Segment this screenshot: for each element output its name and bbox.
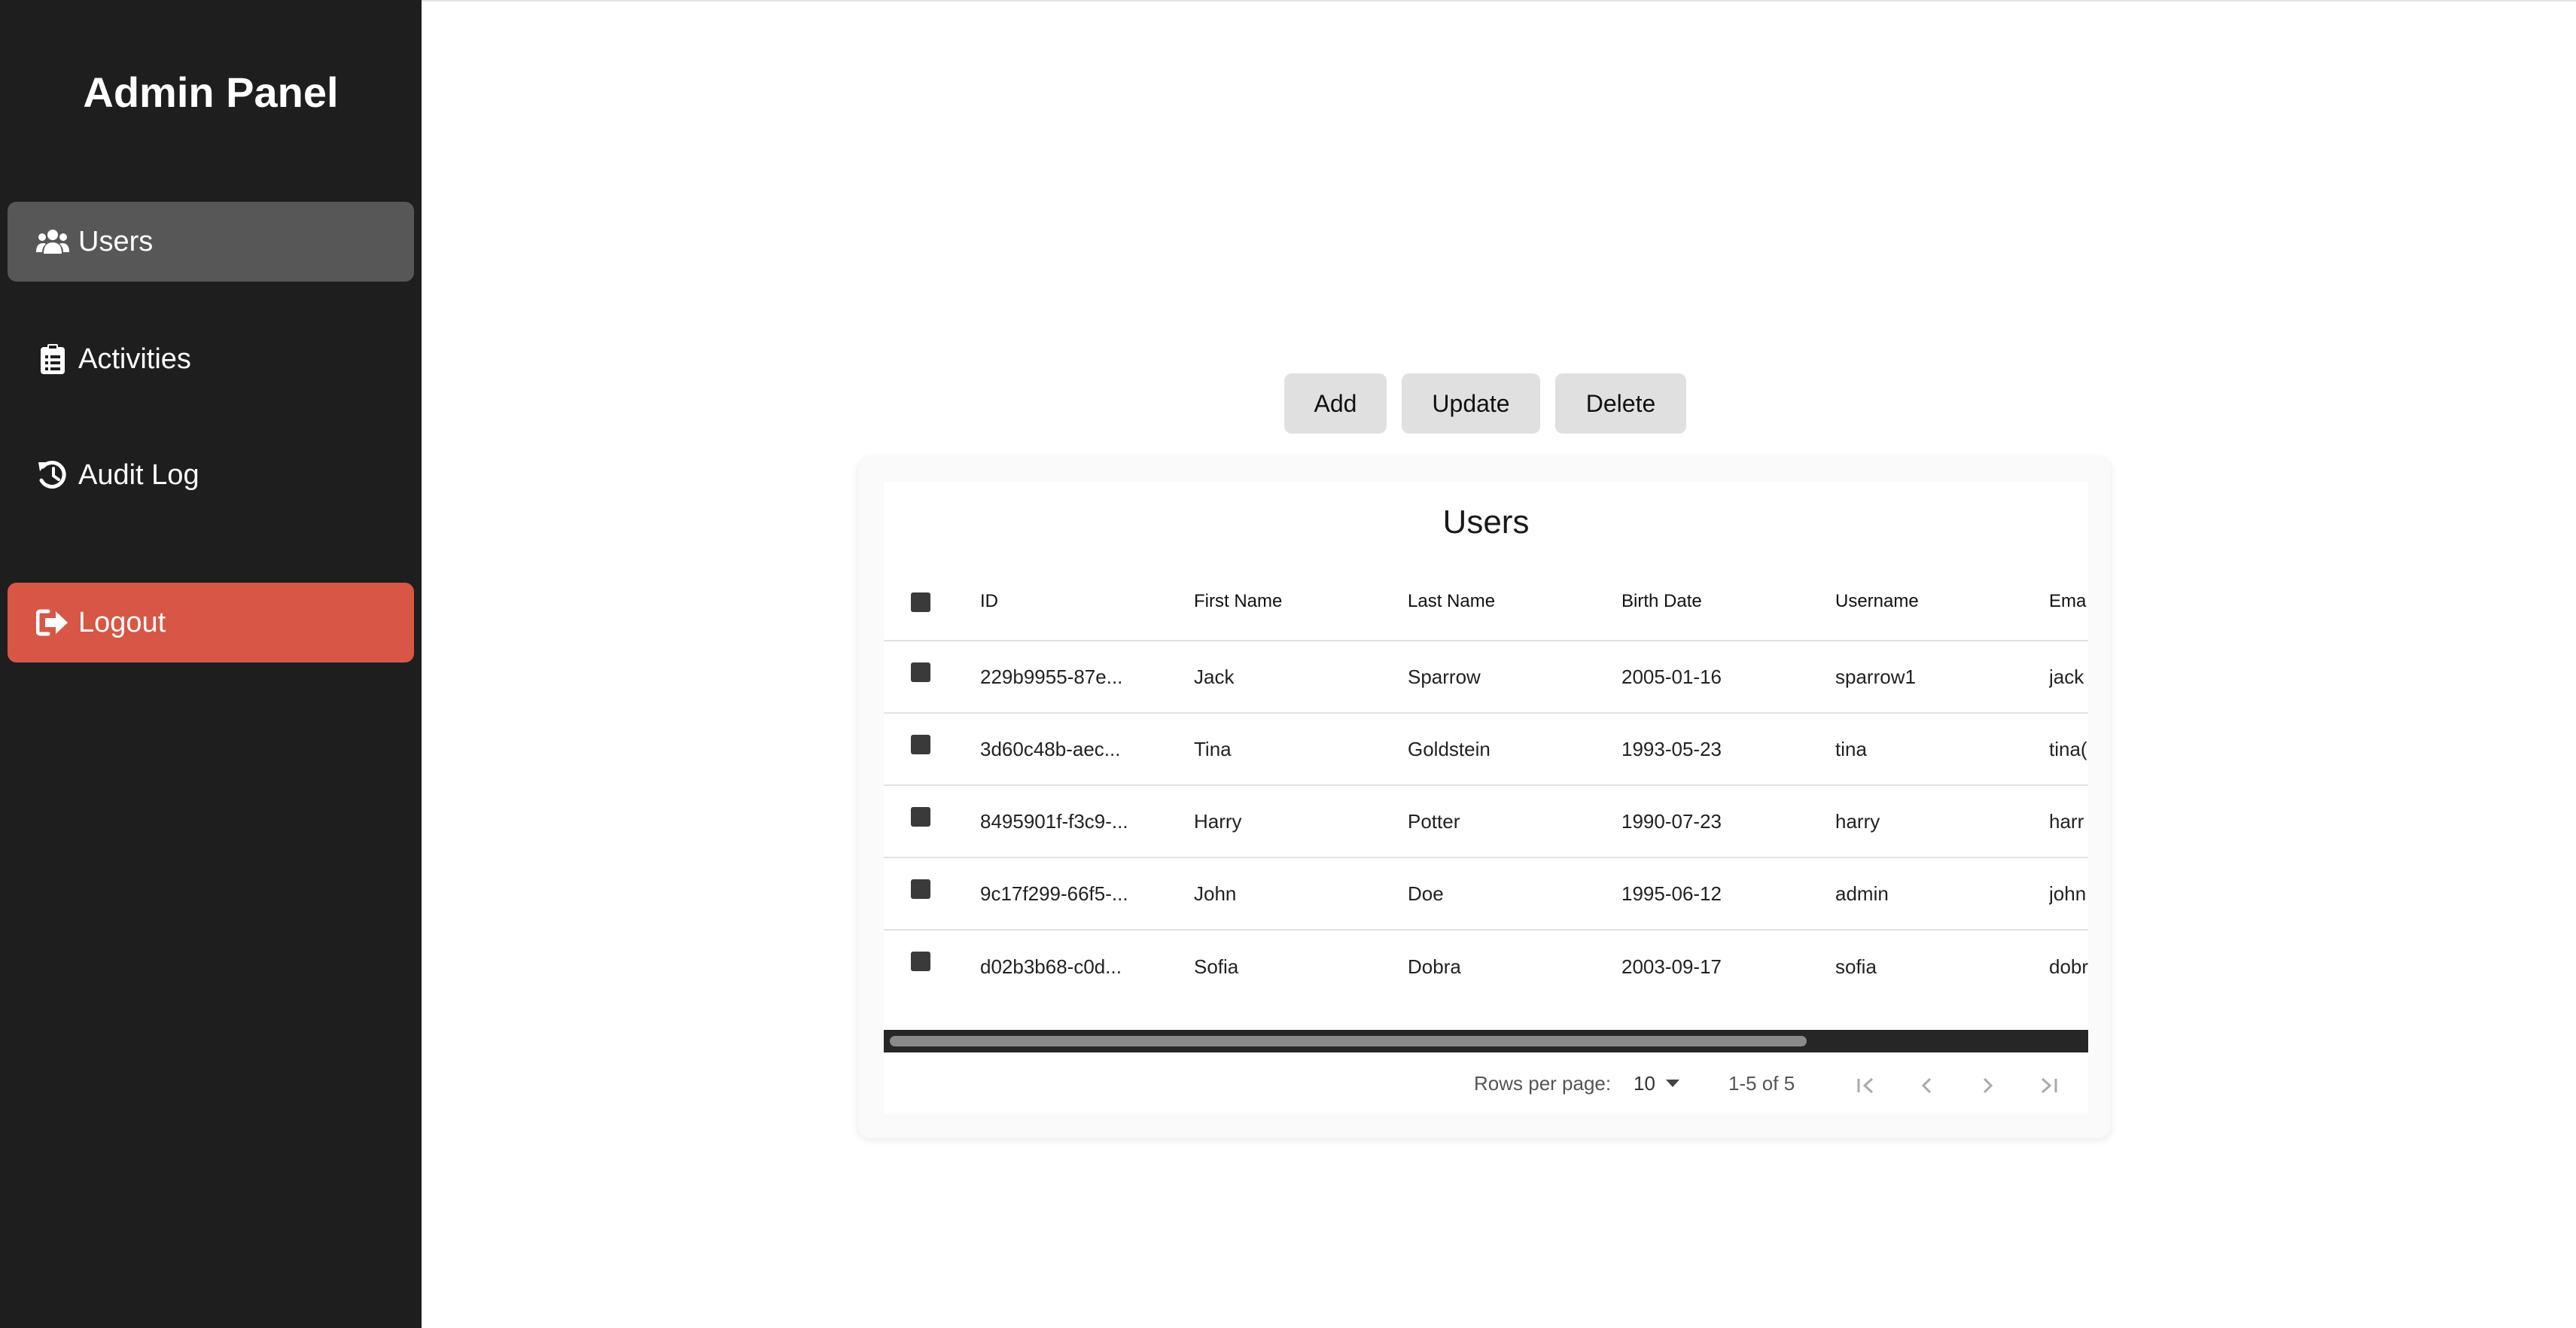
cell-username: sofia bbox=[1835, 955, 1877, 978]
pagination-range: 1-5 of 5 bbox=[1728, 1071, 1795, 1095]
clipboard-icon bbox=[35, 341, 71, 377]
users-table: Users ID First Name Last Name Birth Date… bbox=[884, 482, 2088, 1114]
cell-email: harr bbox=[2049, 809, 2084, 833]
chevron-down-icon bbox=[1665, 1080, 1679, 1087]
row-checkbox[interactable] bbox=[911, 879, 930, 899]
cell-first-name: Tina bbox=[1194, 737, 1232, 760]
cell-birth-date: 1995-06-12 bbox=[1621, 882, 1722, 905]
first-page-icon[interactable] bbox=[1849, 1068, 1885, 1104]
cell-last-name: Sparrow bbox=[1408, 665, 1481, 688]
cell-id: 8495901f-f3c9-... bbox=[980, 809, 1128, 833]
app-title: Admin Panel bbox=[83, 69, 339, 116]
top-border bbox=[422, 0, 2576, 2]
table-row[interactable]: 229b9955-87e... Jack Sparrow 2005-01-16 … bbox=[884, 641, 2088, 714]
next-page-icon[interactable] bbox=[1969, 1068, 2005, 1104]
users-table-card: Users ID First Name Last Name Birth Date… bbox=[858, 458, 2111, 1138]
cell-birth-date: 1990-07-23 bbox=[1621, 809, 1722, 833]
horizontal-scrollbar[interactable] bbox=[884, 1030, 2088, 1052]
row-checkbox[interactable] bbox=[911, 662, 930, 682]
row-checkbox[interactable] bbox=[911, 952, 930, 971]
select-all-checkbox[interactable] bbox=[911, 592, 930, 612]
cell-email: jack bbox=[2049, 665, 2084, 688]
table-header-row: ID First Name Last Name Birth Date Usern… bbox=[884, 563, 2088, 641]
sidebar-item-label: Audit Log bbox=[78, 458, 199, 491]
logout-icon bbox=[35, 605, 71, 641]
scrollbar-thumb[interactable] bbox=[890, 1036, 1807, 1046]
column-header-birth-date[interactable]: Birth Date bbox=[1621, 563, 1825, 640]
cell-username: harry bbox=[1835, 809, 1880, 833]
rows-per-page-select[interactable]: 10 bbox=[1634, 1052, 1679, 1114]
cell-id: 3d60c48b-aec... bbox=[980, 737, 1121, 760]
sidebar-item-users[interactable]: Users bbox=[8, 202, 414, 282]
cell-birth-date: 2003-09-17 bbox=[1621, 955, 1722, 978]
row-checkbox[interactable] bbox=[911, 735, 930, 754]
table-row[interactable]: d02b3b68-c0d... Sofia Dobra 2003-09-17 s… bbox=[884, 931, 2088, 1030]
logout-label: Logout bbox=[78, 606, 166, 638]
column-header-first-name[interactable]: First Name bbox=[1194, 563, 1397, 640]
cell-id: d02b3b68-c0d... bbox=[980, 955, 1122, 978]
cell-username: admin bbox=[1835, 882, 1889, 905]
cell-first-name: John bbox=[1194, 882, 1237, 905]
cell-birth-date: 1993-05-23 bbox=[1621, 737, 1722, 760]
cell-id: 229b9955-87e... bbox=[980, 665, 1123, 688]
cell-last-name: Doe bbox=[1408, 882, 1444, 905]
cell-username: tina bbox=[1835, 737, 1867, 760]
column-header-email[interactable]: Ema bbox=[2049, 563, 2088, 640]
row-checkbox[interactable] bbox=[911, 807, 930, 827]
cell-first-name: Sofia bbox=[1194, 955, 1239, 978]
cell-first-name: Harry bbox=[1194, 809, 1242, 833]
previous-page-icon[interactable] bbox=[1909, 1068, 1945, 1104]
table-title: Users bbox=[1442, 504, 1530, 541]
cell-username: sparrow1 bbox=[1835, 665, 1916, 688]
cell-last-name: Goldstein bbox=[1408, 737, 1490, 760]
sidebar-item-label: Users bbox=[78, 225, 154, 257]
cell-id: 9c17f299-66f5-... bbox=[980, 882, 1128, 905]
history-icon bbox=[35, 457, 71, 493]
sidebar-item-audit-log[interactable]: Audit Log bbox=[8, 435, 414, 515]
cell-email: dobr bbox=[2049, 955, 2088, 978]
rows-per-page-label: Rows per page: bbox=[1474, 1071, 1612, 1095]
logout-button[interactable]: Logout bbox=[8, 583, 414, 662]
sidebar: Admin Panel Users Activities Audit Log L… bbox=[0, 0, 422, 1328]
column-header-id[interactable]: ID bbox=[980, 563, 1183, 640]
column-header-last-name[interactable]: Last Name bbox=[1408, 563, 1611, 640]
cell-email: tina( bbox=[2049, 737, 2087, 760]
users-icon bbox=[35, 224, 71, 260]
sidebar-item-label: Activities bbox=[78, 343, 191, 375]
update-button[interactable]: Update bbox=[1402, 373, 1540, 434]
cell-last-name: Potter bbox=[1408, 809, 1460, 833]
add-button[interactable]: Add bbox=[1284, 373, 1387, 434]
last-page-icon[interactable] bbox=[2029, 1068, 2066, 1104]
table-row[interactable]: 3d60c48b-aec... Tina Goldstein 1993-05-2… bbox=[884, 714, 2088, 786]
column-header-username[interactable]: Username bbox=[1835, 563, 2039, 640]
table-row[interactable]: 9c17f299-66f5-... John Doe 1995-06-12 ad… bbox=[884, 858, 2088, 931]
cell-birth-date: 2005-01-16 bbox=[1621, 665, 1722, 688]
sidebar-item-activities[interactable]: Activities bbox=[8, 319, 414, 399]
table-row[interactable]: 8495901f-f3c9-... Harry Potter 1990-07-2… bbox=[884, 786, 2088, 858]
cell-email: john bbox=[2049, 882, 2087, 905]
delete-button[interactable]: Delete bbox=[1555, 373, 1686, 434]
table-pagination: Rows per page: 10 1-5 of 5 bbox=[884, 1052, 2088, 1114]
cell-first-name: Jack bbox=[1194, 665, 1235, 688]
rows-per-page-value: 10 bbox=[1634, 1071, 1655, 1095]
cell-last-name: Dobra bbox=[1408, 955, 1461, 978]
